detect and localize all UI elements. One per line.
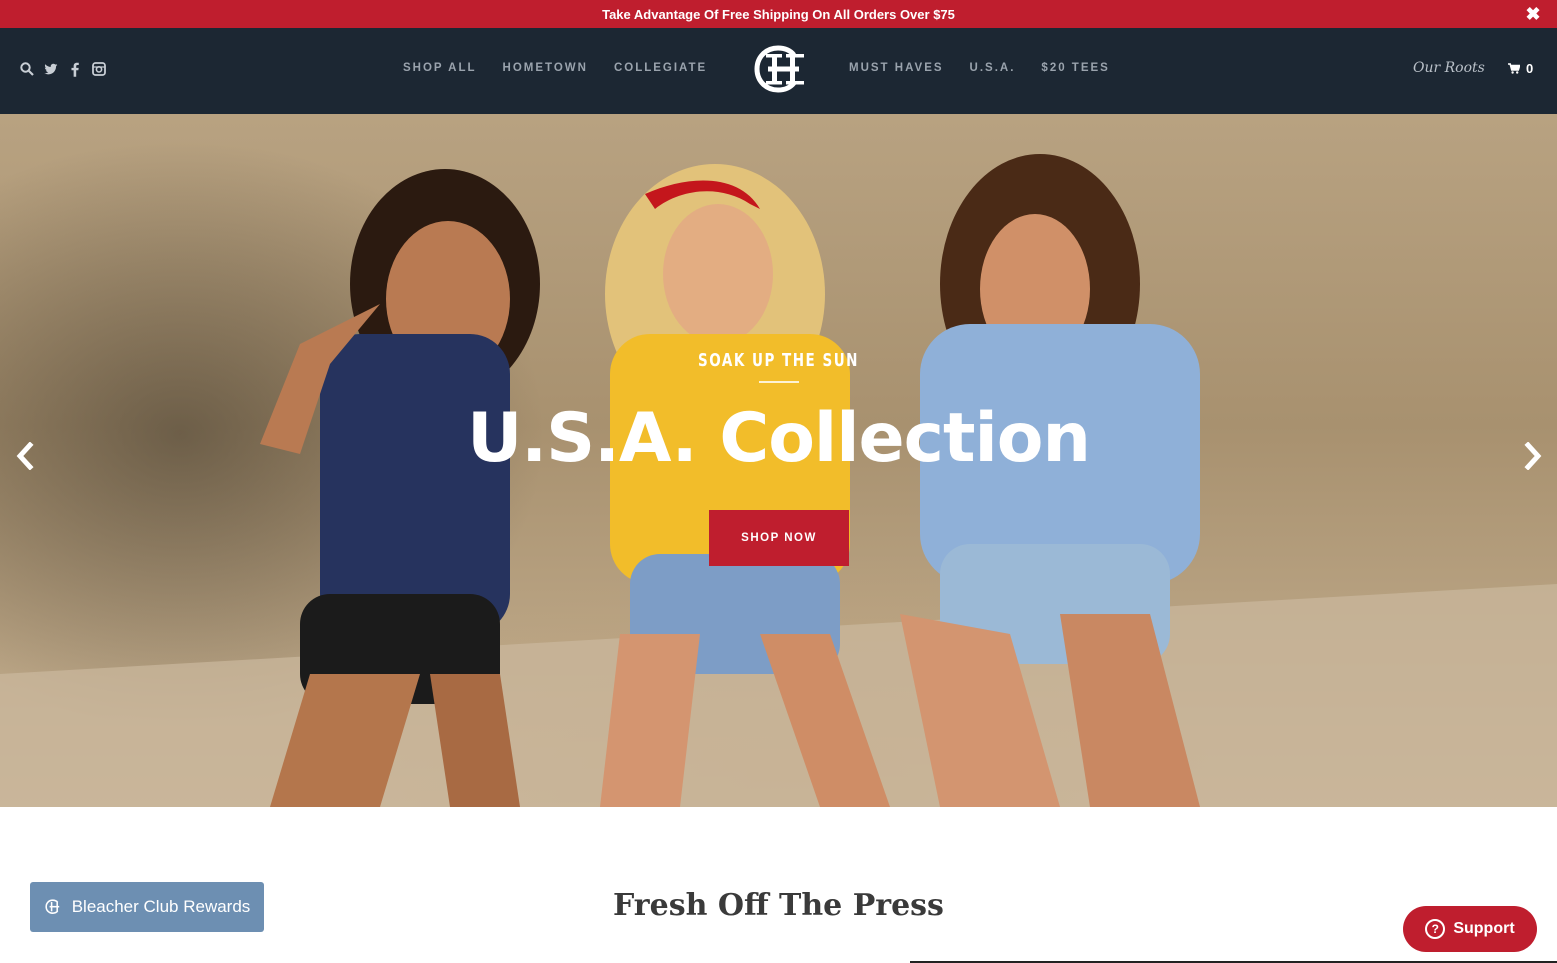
search-icon[interactable] bbox=[20, 61, 34, 77]
nav-item-must-haves[interactable]: MUST HAVES bbox=[849, 62, 944, 74]
brand-monogram-icon bbox=[45, 899, 59, 914]
primary-nav-left: SHOP ALL HOMETOWN COLLEGIATE bbox=[403, 62, 707, 74]
cart-button[interactable]: 0 bbox=[1508, 61, 1533, 76]
nav-item-usa[interactable]: U.S.A. bbox=[970, 62, 1016, 74]
nav-item-shop-all[interactable]: SHOP ALL bbox=[403, 62, 477, 74]
brand-logo[interactable] bbox=[750, 45, 808, 95]
cart-icon bbox=[1508, 63, 1520, 74]
help-icon: ? bbox=[1425, 919, 1446, 939]
chevron-left-icon bbox=[16, 442, 34, 470]
hero-slideshow: SOAK UP THE SUN U.S.A. Collection SHOP N… bbox=[0, 114, 1557, 807]
slideshow-next-button[interactable] bbox=[1518, 439, 1548, 473]
facebook-icon[interactable] bbox=[68, 61, 82, 77]
instagram-icon[interactable] bbox=[92, 61, 106, 77]
brand-monogram-icon bbox=[754, 45, 804, 93]
shop-now-button[interactable]: SHOP NOW bbox=[709, 510, 849, 566]
hero-kicker: SOAK UP THE SUN bbox=[698, 350, 859, 371]
announcement-text: Take Advantage Of Free Shipping On All O… bbox=[602, 6, 955, 22]
nav-item-collegiate[interactable]: COLLEGIATE bbox=[614, 62, 707, 74]
header-utility-icons bbox=[20, 61, 106, 77]
hero-headline: U.S.A. Collection bbox=[467, 399, 1091, 478]
twitter-icon[interactable] bbox=[44, 61, 58, 77]
our-roots-link[interactable]: Our Roots bbox=[1413, 60, 1485, 76]
support-label: Support bbox=[1453, 920, 1515, 937]
close-icon[interactable]: ✖ bbox=[1523, 4, 1543, 24]
rewards-label: Bleacher Club Rewards bbox=[71, 897, 251, 916]
cart-count: 0 bbox=[1526, 61, 1534, 76]
support-button[interactable]: ? Support bbox=[1403, 906, 1537, 952]
rewards-launcher-button[interactable]: Bleacher Club Rewards bbox=[30, 882, 264, 932]
chevron-right-icon bbox=[1524, 442, 1542, 470]
page: Take Advantage Of Free Shipping On All O… bbox=[0, 0, 1557, 963]
nav-item-hometown[interactable]: HOMETOWN bbox=[503, 62, 588, 74]
site-header: SHOP ALL HOMETOWN COLLEGIATE MUST HAVES … bbox=[0, 28, 1557, 114]
nav-item-20-tees[interactable]: $20 TEES bbox=[1041, 62, 1109, 74]
slideshow-prev-button[interactable] bbox=[10, 439, 40, 473]
primary-nav-right: MUST HAVES U.S.A. $20 TEES bbox=[849, 62, 1110, 74]
announcement-bar: Take Advantage Of Free Shipping On All O… bbox=[0, 0, 1557, 28]
hero-divider bbox=[759, 381, 799, 383]
